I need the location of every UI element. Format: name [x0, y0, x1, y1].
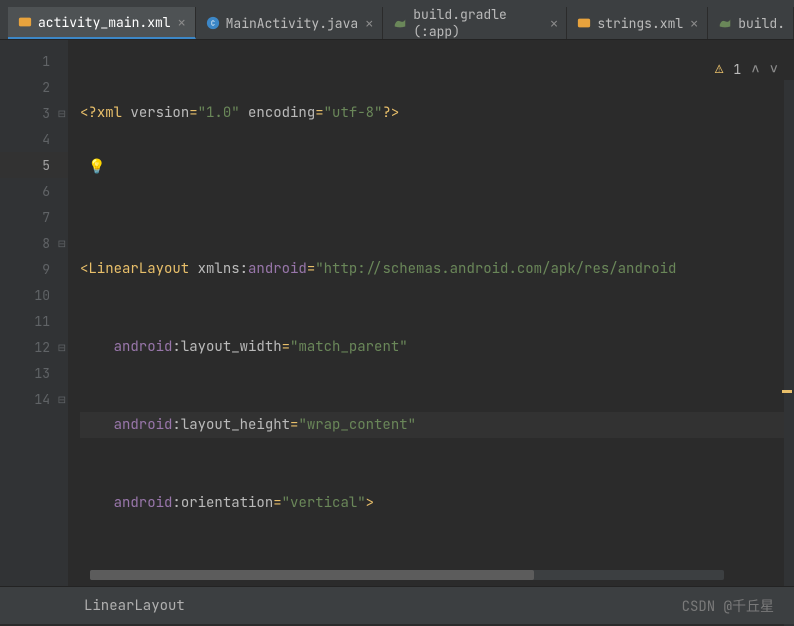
tab-strings-xml[interactable]: strings.xml ✕: [567, 7, 708, 39]
warning-icon: ⚠: [715, 60, 723, 78]
next-highlight-icon[interactable]: ∨: [770, 60, 778, 78]
tab-label: activity_main.xml: [38, 14, 171, 31]
fold-marker-icon[interactable]: ⊟: [58, 393, 66, 406]
line-number[interactable]: 8⊟: [0, 230, 68, 256]
horizontal-scrollbar[interactable]: [90, 570, 724, 580]
close-icon[interactable]: ✕: [550, 18, 559, 28]
java-file-icon: C: [206, 16, 220, 30]
xml-file-icon: [577, 16, 591, 30]
tab-build-gradle-app[interactable]: build.gradle (:app) ✕: [383, 7, 567, 39]
xml-file-icon: [18, 15, 32, 29]
editor: 1 2 3⊟ 4 5 6 7 8⊟ 9 10 11 12⊟ 13 14⊟ 💡 <…: [0, 40, 794, 586]
tab-label: build.gradle (:app): [413, 6, 543, 40]
fold-marker-icon[interactable]: ⊟: [58, 237, 66, 250]
line-number[interactable]: 4: [0, 126, 68, 152]
line-number[interactable]: 9: [0, 256, 68, 282]
editor-tabs: activity_main.xml ✕ C MainActivity.java …: [0, 0, 794, 40]
line-number[interactable]: 2: [0, 74, 68, 100]
tab-build-gradle-truncated[interactable]: build.: [708, 7, 794, 39]
line-number[interactable]: 3⊟: [0, 100, 68, 126]
gutter: 1 2 3⊟ 4 5 6 7 8⊟ 9 10 11 12⊟ 13 14⊟: [0, 40, 68, 586]
line-number[interactable]: 14⊟: [0, 386, 68, 412]
prev-highlight-icon[interactable]: ∧: [751, 60, 759, 78]
tab-main-activity[interactable]: C MainActivity.java ✕: [196, 7, 384, 39]
close-icon[interactable]: ✕: [177, 17, 187, 27]
tab-activity-main[interactable]: activity_main.xml ✕: [8, 7, 196, 39]
line-number[interactable]: 5: [0, 152, 68, 178]
breadcrumb[interactable]: LinearLayout: [84, 597, 185, 615]
tab-label: build.: [738, 15, 785, 32]
line-number[interactable]: 1: [0, 48, 68, 74]
error-stripe-bar[interactable]: [784, 80, 794, 626]
code-text[interactable]: <?xml version="1.0" encoding="utf-8"?> <…: [68, 40, 794, 586]
line-number[interactable]: 12⊟: [0, 334, 68, 360]
watermark-text: CSDN @千丘星: [682, 596, 774, 616]
intention-bulb-icon[interactable]: 💡: [88, 158, 105, 176]
tab-label: strings.xml: [597, 15, 683, 32]
line-number[interactable]: 10: [0, 282, 68, 308]
line-number[interactable]: 6: [0, 178, 68, 204]
status-bar: LinearLayout CSDN @千丘星: [0, 586, 794, 624]
scrollbar-thumb[interactable]: [90, 570, 534, 580]
fold-marker-icon[interactable]: ⊟: [58, 107, 66, 120]
close-icon[interactable]: ✕: [364, 18, 374, 28]
fold-marker-icon[interactable]: ⊟: [58, 341, 66, 354]
close-icon[interactable]: ✕: [689, 18, 699, 28]
inspection-widget[interactable]: ⚠ 1 ∧ ∨: [709, 56, 784, 82]
gradle-file-icon: [718, 16, 732, 30]
svg-text:C: C: [211, 20, 215, 29]
line-number[interactable]: 11: [0, 308, 68, 334]
warning-stripe-marker[interactable]: [782, 390, 792, 393]
tab-label: MainActivity.java: [226, 15, 359, 32]
line-number[interactable]: 7: [0, 204, 68, 230]
warning-count: 1: [733, 61, 741, 78]
gradle-file-icon: [393, 16, 407, 30]
line-number[interactable]: 13: [0, 360, 68, 386]
